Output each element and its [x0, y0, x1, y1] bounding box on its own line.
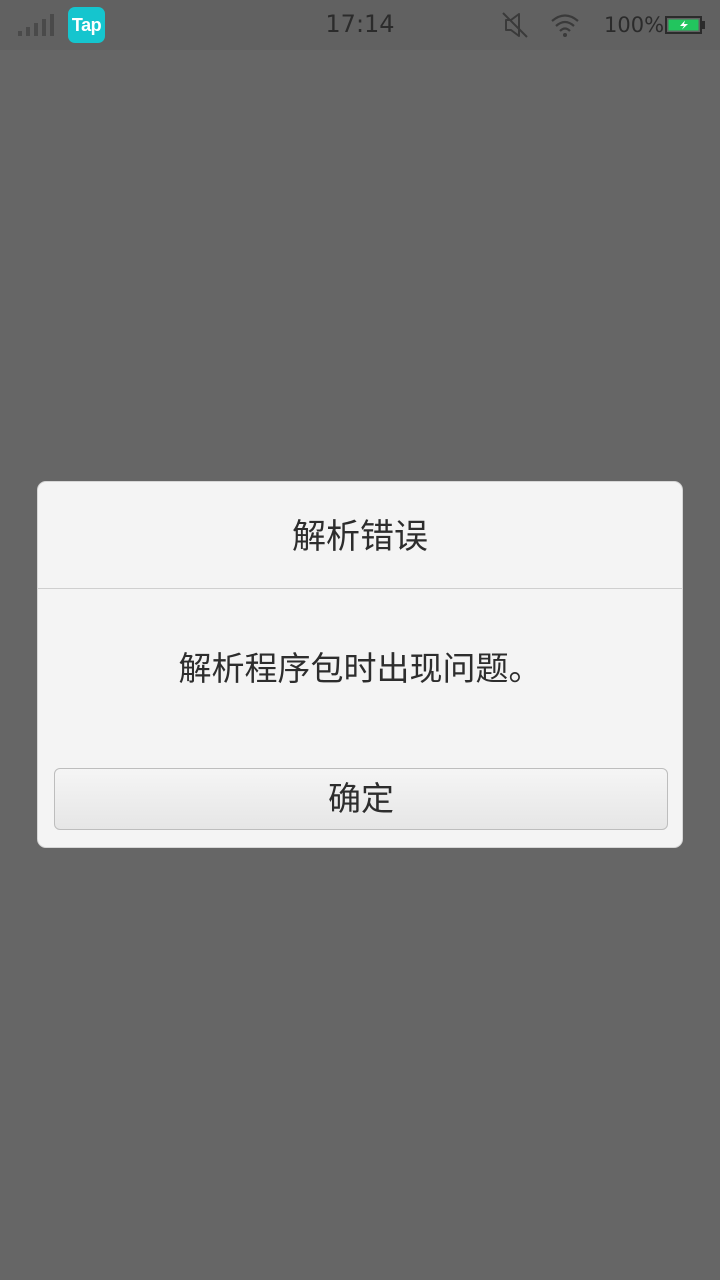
dialog-title: 解析错误	[292, 517, 428, 557]
dialog-message: 解析程序包时出现问题。	[178, 649, 542, 688]
battery-charging-icon	[665, 16, 705, 34]
mute-icon	[502, 12, 528, 38]
tap-app-icon: Tap	[68, 7, 105, 43]
ok-button[interactable]: 确定	[54, 768, 668, 830]
battery-percentage: 100%	[604, 13, 665, 37]
dialog-divider	[38, 588, 682, 589]
status-bar: Tap 17:14 100%	[0, 0, 720, 50]
wifi-icon	[551, 14, 579, 37]
signal-icon	[18, 14, 54, 36]
parse-error-dialog: 解析错误 解析程序包时出现问题。 确定	[37, 481, 683, 848]
